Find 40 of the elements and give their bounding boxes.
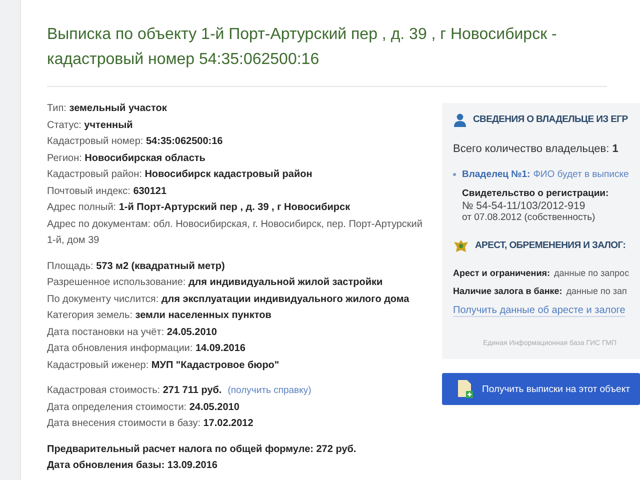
- info-line: Кадастровый иженер: МУП "Кадастровое бюро": [47, 360, 280, 370]
- info-line: Дата определения стоимости: 24.05.2010: [47, 402, 240, 412]
- info-line: Предварительный расчет налога по общей формуле: 272 руб.: [47, 444, 356, 454]
- bullet-icon: [453, 173, 456, 176]
- info-line: Адрес по документам: обл. Новосибирская, г. Новосибирск, пер. Порт-Артурский 1-й, дом 39: [47, 218, 422, 246]
- page-title: Выписка по объекту 1-й Порт-Артурский пер , д. 39 , г Новосибирск - кадастровый номер 54:35:062500:16: [47, 22, 607, 87]
- arrest-label: Наличие залога в банке:: [453, 285, 562, 298]
- info-line: По документу числится: для эксплуатации индивидуального жилого дома: [47, 294, 410, 304]
- info-line: Дата обновления информации: 14.09.2016: [47, 343, 246, 354]
- panel-heading: СВЕДЕНИЯ О ВЛАДЕЛЬЦЕ ИЗ ЕГР: [473, 114, 629, 126]
- arrest-value: данные по запрос: [554, 267, 630, 280]
- certificate-number: № 54-54-11/103/2012-919: [462, 200, 586, 212]
- arrest-label: Арест и ограничения:: [453, 267, 550, 280]
- info-line: Кадастровый номер: 54:35:062500:16: [47, 136, 223, 147]
- info-line: Категория земель: земли населенных пунктов: [47, 310, 272, 321]
- owner-label: Владелец №1:: [462, 169, 530, 180]
- info-line: Почтовый индекс: 630121: [47, 186, 167, 196]
- owner-link[interactable]: ФИО будет в выписке: [533, 169, 629, 180]
- panel-heading: АРЕСТ, ОБРЕМЕНЕНИЯ И ЗАЛОГ:: [475, 240, 627, 252]
- document-icon: [456, 379, 474, 399]
- info-line: Адрес полный: 1-й Порт-Артурский пер , д. 39 , г Новосибирск: [47, 202, 350, 213]
- info-line: Площадь: 573 м2 (квадратный метр): [47, 260, 225, 272]
- person-icon: [453, 113, 467, 127]
- info-line: Дата постановки на учёт: 24.05.2010: [47, 326, 217, 338]
- owner-count: Всего количество владельцев: 1: [453, 143, 620, 155]
- info-line: Кадастровая стоимость: 271 711 руб.: [47, 385, 222, 396]
- certificate-date: от 07.08.2012 (собственность): [462, 212, 596, 224]
- get-extract-button[interactable]: Получить выписки на этот объект: [442, 373, 640, 405]
- info-line: Дата обновления базы: 13.09.2016: [47, 460, 218, 471]
- arrest-data-link[interactable]: Получить данные об аресте и залоге: [453, 305, 626, 317]
- info-line: Разрешенное использование: для индивидуальной жилой застройки: [47, 277, 383, 288]
- arrest-value: данные по зап: [566, 285, 627, 298]
- info-line: Кадастровый район: Новосибирск кадастровый район: [47, 169, 312, 180]
- info-line: Дата внесения стоимости в базу: 17.02.2012: [47, 418, 254, 429]
- emblem-icon: [453, 238, 469, 254]
- info-line: Статус: учтенный: [47, 120, 133, 130]
- info-line: Регион: Новосибирская область: [47, 152, 206, 164]
- certificate-title: Свидетельство о регистрации:: [462, 188, 610, 200]
- info-line: Тип: земельный участок: [47, 103, 167, 114]
- certificate-link[interactable]: (получить справку): [228, 385, 312, 396]
